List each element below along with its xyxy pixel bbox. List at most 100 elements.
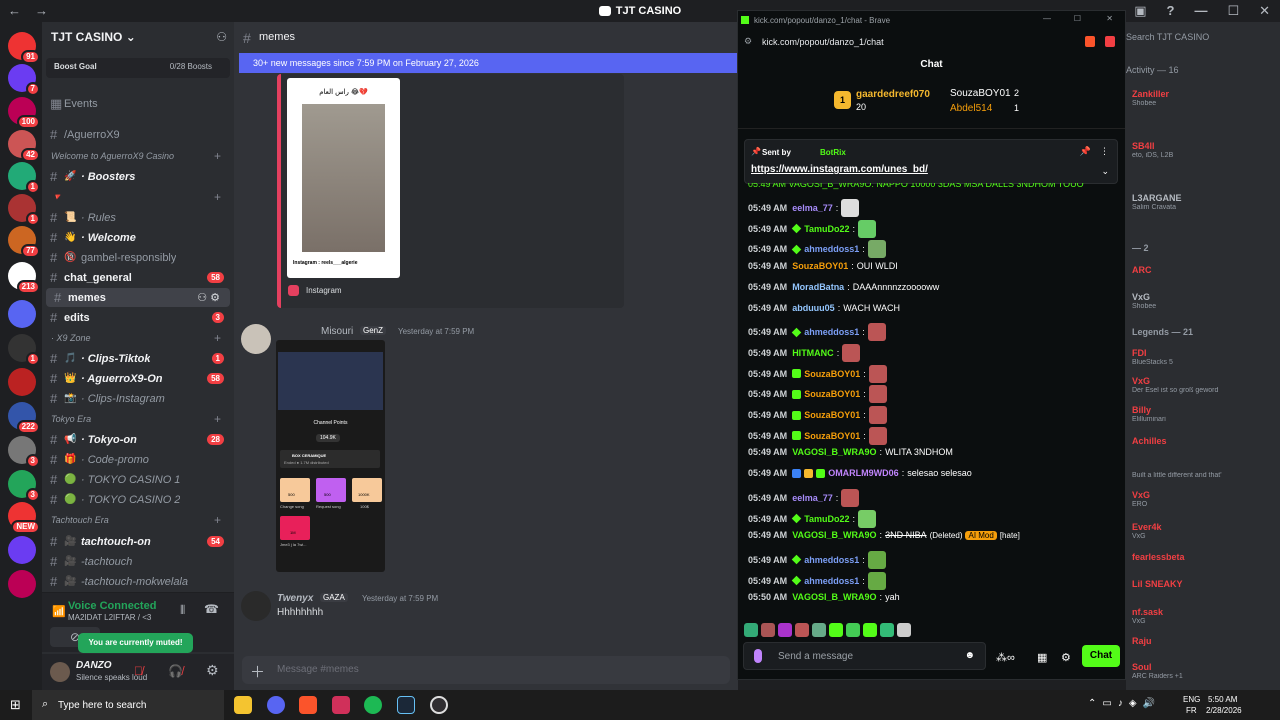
- brave-app-icon[interactable]: [299, 696, 317, 714]
- unpin-icon[interactable]: 📌: [1080, 146, 1091, 157]
- brave-shield-icon[interactable]: [1085, 36, 1095, 47]
- member-item[interactable]: Billy Elilluminari: [1126, 402, 1280, 428]
- member-item[interactable]: SB4ll eto, iDS, L2B: [1126, 138, 1280, 164]
- message-user[interactable]: eelma_77: [792, 493, 833, 503]
- chat-message[interactable]: 05:49 AM TamuDo22:: [748, 219, 877, 238]
- close-icon[interactable]: ✕: [1259, 3, 1270, 19]
- message-user[interactable]: abduuu05: [792, 303, 835, 313]
- message-user[interactable]: VAGOSI_B_WRA9O: [792, 530, 876, 540]
- help-icon[interactable]: ?: [1166, 3, 1174, 19]
- message-user[interactable]: ahmeddoss1: [804, 555, 859, 565]
- expand-icon[interactable]: ⌄: [1101, 166, 1109, 177]
- embed-source[interactable]: Instagram: [306, 286, 342, 295]
- invite-icon[interactable]: ⚇: [216, 30, 227, 44]
- chat-message[interactable]: 05:49 AM OMARLM9WD06: selesao selesao: [748, 468, 972, 478]
- member-item[interactable]: Built a little different and that': [1126, 458, 1280, 484]
- emote[interactable]: [867, 571, 886, 590]
- message-user[interactable]: SouzaBOY01: [804, 389, 860, 399]
- chat-message[interactable]: 05:49 AM ahmeddoss1:: [748, 240, 886, 259]
- settings-icon[interactable]: ⚙: [206, 662, 219, 679]
- add-channel-icon[interactable]: +: [214, 331, 221, 345]
- top-name[interactable]: Abdel514: [950, 103, 992, 114]
- disconnect-icon[interactable]: ☎: [204, 602, 219, 616]
- message-user[interactable]: ahmeddoss1: [804, 244, 859, 254]
- channel-tachtouch-on[interactable]: # 🎥 tachtouch-on 54: [42, 532, 234, 551]
- message-user[interactable]: MoradBatna: [792, 282, 844, 292]
- channel-aguerrox9[interactable]: # /AguerroX9: [42, 125, 234, 144]
- channel-category[interactable]: 🔻: [51, 192, 62, 203]
- spotify-icon[interactable]: [364, 696, 382, 714]
- member-item[interactable]: VxG ERO: [1126, 487, 1280, 513]
- new-messages-bar[interactable]: 30+ new messages since 7:59 PM on Februa…: [239, 53, 739, 73]
- voice-status[interactable]: Voice Connected: [68, 600, 156, 612]
- channel-code-promo[interactable]: # 🎁 · Code-promo: [42, 450, 234, 469]
- pinned-message[interactable]: 📌 Sent by BotRix https://www.instagram.c…: [744, 139, 1118, 184]
- quick-emotes-icon[interactable]: ⁂∞: [996, 651, 1015, 664]
- chat-message[interactable]: 05:49 AM eelma_77:: [748, 488, 860, 507]
- forward-icon[interactable]: →: [35, 3, 48, 18]
- message-user[interactable]: ahmeddoss1: [804, 327, 859, 337]
- channel-clips-tiktok[interactable]: # 🎵 · Clips-Tiktok 1: [42, 349, 234, 368]
- chat-message[interactable]: 05:49 AM VAGOSI_B_WRA9O: WLITA 3NDHOM: [748, 447, 953, 457]
- url-text[interactable]: kick.com/popout/danzo_1/chat: [762, 37, 884, 47]
- emote[interactable]: [829, 623, 843, 637]
- member-item[interactable]: Ever4k VxG: [1126, 519, 1280, 545]
- member-item[interactable]: fearlessbeta: [1126, 549, 1280, 575]
- emote[interactable]: [842, 343, 861, 362]
- message-user[interactable]: eelma_77: [792, 203, 833, 213]
- taskbar-search[interactable]: ⌕ Type here to search: [32, 690, 224, 720]
- member-item[interactable]: Zankiller Shobee: [1126, 86, 1280, 112]
- server-icon[interactable]: 1: [8, 162, 40, 194]
- server-icon[interactable]: 42: [8, 130, 40, 162]
- obs-icon[interactable]: [430, 696, 448, 714]
- add-channel-icon[interactable]: +: [214, 190, 221, 204]
- reward-tile[interactable]: 500: [280, 478, 310, 502]
- channel-aguerrox9-on[interactable]: # 👑 · AguerroX9-On 58: [42, 369, 234, 388]
- windows-icon[interactable]: ⊞: [10, 697, 21, 713]
- channel-settings-icon[interactable]: ⚇ ⚙: [197, 291, 220, 304]
- emote[interactable]: [795, 623, 809, 637]
- emoji-icon[interactable]: ☻: [964, 650, 975, 661]
- close-icon[interactable]: ✕: [1106, 14, 1113, 23]
- emote[interactable]: [812, 623, 826, 637]
- emote[interactable]: [841, 488, 860, 507]
- members-search[interactable]: Search TJT CASINO: [1126, 32, 1209, 42]
- message-author[interactable]: Twenyx: [277, 593, 313, 604]
- events-item[interactable]: ▦ Events: [42, 94, 234, 113]
- channel-category[interactable]: Tachtouch Era: [51, 515, 109, 525]
- message-composer[interactable]: ＋ Message #memes: [242, 656, 730, 684]
- minimize-icon[interactable]: —: [1194, 3, 1207, 19]
- chat-message[interactable]: 05:49 AM TamuDo22:: [748, 509, 877, 528]
- message-user[interactable]: VAGOSI_B_WRA9O: [792, 447, 876, 457]
- back-icon[interactable]: ←: [8, 3, 21, 18]
- emote[interactable]: [880, 623, 894, 637]
- server-icon[interactable]: [8, 300, 36, 328]
- server-icon[interactable]: 7: [8, 64, 40, 96]
- message-author[interactable]: Misouri: [321, 326, 353, 337]
- reward-tile[interactable]: 500: [316, 478, 346, 502]
- member-item[interactable]: Lil SNEAKY: [1126, 576, 1280, 602]
- chat-message[interactable]: 05:49 AM eelma_77:: [748, 199, 860, 217]
- reward-tile[interactable]: 1000K: [352, 478, 382, 502]
- add-channel-icon[interactable]: +: [214, 412, 221, 426]
- server-header[interactable]: TJT CASINO ⌄ ⚇: [51, 30, 231, 46]
- server-icon[interactable]: [8, 368, 36, 396]
- message-user[interactable]: ahmeddoss1: [804, 576, 859, 586]
- mic-icon[interactable]: [754, 649, 762, 663]
- server-icon[interactable]: 222: [8, 402, 40, 434]
- member-item[interactable]: FDI BlueStacks 5: [1126, 345, 1280, 371]
- app-icon[interactable]: [332, 696, 350, 714]
- chat-message[interactable]: 05:49 AM HITMANC:: [748, 343, 861, 362]
- chat-message[interactable]: 05:49 AM SouzaBOY01: OUI WLDI: [748, 261, 898, 271]
- chat-message[interactable]: 05:49 AM ahmeddoss1:: [748, 323, 886, 342]
- message-user[interactable]: SouzaBOY01: [804, 369, 860, 379]
- channel-category[interactable]: · X9 Zone: [51, 333, 91, 343]
- emote[interactable]: [778, 623, 792, 637]
- message-user[interactable]: TamuDo22: [804, 514, 849, 524]
- message-user[interactable]: HITMANC: [792, 348, 834, 358]
- server-icon[interactable]: 91: [8, 32, 40, 64]
- message-user[interactable]: TamuDo22: [804, 224, 849, 234]
- member-item[interactable]: Raju: [1126, 633, 1280, 659]
- voice-channel[interactable]: MA2IDAT L2IFTAR / <3: [68, 613, 178, 622]
- boost-goal[interactable]: Boost Goal 0/28 Boosts: [46, 58, 230, 78]
